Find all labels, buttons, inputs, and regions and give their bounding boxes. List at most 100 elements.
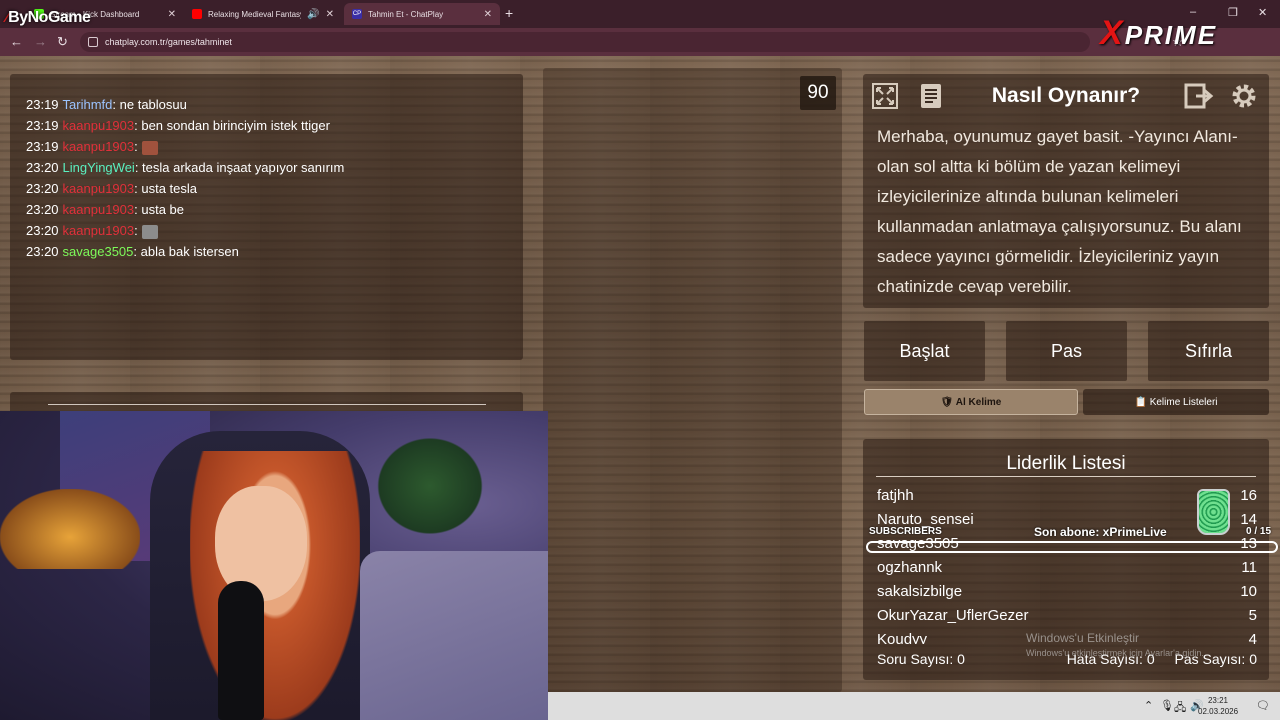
chat-text: : usta tesla: [134, 181, 197, 196]
site-info-icon[interactable]: [88, 37, 98, 47]
tab-bar: Stream - Kick Dashboard ✕ Relaxing Medie…: [0, 0, 1280, 28]
reload-icon[interactable]: ↻: [57, 34, 68, 50]
taskbar-clock[interactable]: 23:21 02.03.2026: [1198, 695, 1238, 717]
chat-timestamp: 23:19: [26, 97, 59, 112]
clock-time: 23:21: [1207, 696, 1229, 705]
emote-icon: [141, 140, 158, 155]
back-arrow-icon[interactable]: ←: [10, 34, 23, 49]
player-name: fatjhh: [877, 487, 914, 504]
game-center-panel: [543, 68, 842, 692]
tab-title: Tahmin Et - ChatPlay: [368, 9, 444, 19]
plant: [370, 431, 490, 541]
close-window-button[interactable]: ✕: [1258, 6, 1267, 19]
url-field[interactable]: chatplay.com.tr/games/tahminet: [80, 32, 1090, 52]
notification-icon[interactable]: 🗨: [1256, 699, 1270, 712]
webcam-overlay: [0, 411, 548, 720]
chat-timestamp: 23:20: [26, 181, 59, 196]
chat-username[interactable]: kaanpu1903: [63, 139, 135, 154]
leaderboard-row: ogzhannk 11: [877, 556, 1257, 580]
how-to-play-text: Merhaba, oyunumuz gayet basit. -Yayıncı …: [877, 127, 1242, 296]
microphone-icon[interactable]: 🎙: [1160, 699, 1174, 712]
last-subscriber: Son abone: xPrimeLive: [1034, 525, 1167, 539]
tab-tahmin-et[interactable]: CP Tahmin Et - ChatPlay ✕: [344, 3, 500, 25]
divider: [876, 476, 1256, 477]
close-tab-icon[interactable]: ✕: [168, 9, 176, 20]
windows-activation-watermark: Windows'u Etkinleştir Windows'u etkinleş…: [1026, 631, 1204, 658]
chat-message: 23:20 kaanpu1903: usta tesla: [26, 178, 344, 199]
subscriber-progress-bar: [866, 541, 1278, 553]
network-icon[interactable]: 🖧: [1174, 699, 1186, 718]
player-name: OkurYazar_UflerGezer: [877, 607, 1029, 624]
chat-timestamp: 23:20: [26, 160, 59, 175]
settings-gear-icon[interactable]: [1228, 80, 1260, 112]
chat-text: : abla bak istersen: [133, 244, 239, 259]
activation-subtitle: Windows'u etkinleştirmek için Ayarlar'a …: [1026, 648, 1204, 658]
chat-username[interactable]: kaanpu1903: [63, 118, 135, 133]
start-button[interactable]: Başlat: [864, 321, 985, 381]
address-bar: ← → ↻ chatplay.com.tr/games/tahminet ☆: [0, 28, 1280, 56]
bynogame-logo: ⁄ByNoGame: [6, 9, 91, 26]
question-count: Soru Sayısı: 0: [877, 651, 965, 667]
player-score: 10: [1240, 583, 1257, 600]
leaderboard-row: OkurYazar_UflerGezer 5: [877, 604, 1257, 628]
player-score: 11: [1241, 559, 1257, 576]
how-to-play-panel: Nasıl Oynanır? Merhaba, oyunumuz gayet b…: [863, 74, 1269, 308]
chat-text: : usta be: [134, 202, 184, 217]
microphone: [218, 581, 264, 720]
lamp: [0, 489, 140, 569]
chevron-up-icon[interactable]: ⌃: [1144, 699, 1153, 712]
chat-username[interactable]: kaanpu1903: [63, 181, 135, 196]
subscriber-count: 0 / 15: [1246, 526, 1272, 537]
chat-username[interactable]: Tarihmfd: [63, 97, 113, 112]
new-tab-button[interactable]: +: [505, 5, 513, 21]
blanket: [360, 551, 548, 720]
leaderboard-title: Liderlik Listesi: [1006, 453, 1126, 474]
chat-messages: 23:19 Tarihmfd: ne tablosuu 23:19 kaanpu190…: [26, 94, 344, 262]
countdown-timer: 90: [800, 76, 836, 110]
chat-timestamp: 23:19: [26, 139, 59, 154]
chat-text: :: [134, 223, 138, 238]
activation-title: Windows'u Etkinleştir: [1026, 631, 1139, 645]
player-score: 16: [1240, 487, 1257, 504]
chat-username[interactable]: LingYingWei: [63, 160, 135, 175]
maximize-button[interactable]: ❐: [1228, 6, 1238, 19]
close-tab-icon[interactable]: ✕: [484, 9, 492, 20]
divider: [48, 404, 486, 405]
chat-message: 23:20 kaanpu1903:: [26, 220, 344, 241]
chat-text: : tesla arkada inşaat yapıyor sanırım: [134, 160, 345, 175]
clock-date: 02.03.2026: [1198, 707, 1239, 716]
player-name: ogzhannk: [877, 559, 943, 576]
chat-timestamp: 23:19: [26, 118, 59, 133]
youtube-favicon-icon: [192, 9, 202, 19]
subscribers-label: SUBSCRIBERS: [869, 526, 942, 537]
player-score: 4: [1248, 631, 1257, 644]
player-name: sakalsizbilge: [877, 583, 963, 600]
reset-button[interactable]: Sıfırla: [1148, 321, 1269, 381]
get-word-button[interactable]: 🛡 Al Kelime: [864, 389, 1078, 415]
pass-button[interactable]: Pas: [1006, 321, 1127, 381]
chatplay-favicon-icon: CP: [352, 9, 362, 19]
chat-message: 23:19 kaanpu1903:: [26, 136, 344, 157]
chat-timestamp: 23:20: [26, 202, 59, 217]
chat-text: : ben sondan birinciyim istek ttiger: [134, 118, 330, 133]
player-score: 5: [1248, 607, 1257, 624]
xprime-logo: XPRIME: [1100, 14, 1218, 52]
close-tab-icon[interactable]: ✕: [326, 9, 334, 20]
chat-username[interactable]: kaanpu1903: [63, 202, 135, 217]
chat-text: : ne tablosuu: [112, 97, 187, 112]
player-name: Koudyy: [877, 631, 928, 644]
emote-icon: [141, 224, 158, 239]
forward-arrow-icon[interactable]: →: [34, 34, 47, 49]
chat-message: 23:19 Tarihmfd: ne tablosuu: [26, 94, 344, 115]
chat-message: 23:20 kaanpu1903: usta be: [26, 199, 344, 220]
tab-relaxing-medieval[interactable]: Relaxing Medieval Fantasy 🔊 ✕: [184, 3, 342, 25]
chat-message: 23:20 LingYingWei: tesla arkada inşaat ya…: [26, 157, 344, 178]
url-text: chatplay.com.tr/games/tahminet: [105, 37, 232, 47]
subscriber-goal: SUBSCRIBERS Son abone: xPrimeLive 0 / 15: [866, 525, 1278, 541]
chat-timestamp: 23:20: [26, 223, 59, 238]
word-lists-button[interactable]: 📋 Kelime Listeleri: [1083, 389, 1269, 415]
speaker-icon[interactable]: 🔊: [307, 9, 319, 20]
chat-username[interactable]: kaanpu1903: [63, 223, 135, 238]
chat-username[interactable]: savage3505: [63, 244, 134, 259]
exit-icon[interactable]: [1183, 80, 1215, 112]
